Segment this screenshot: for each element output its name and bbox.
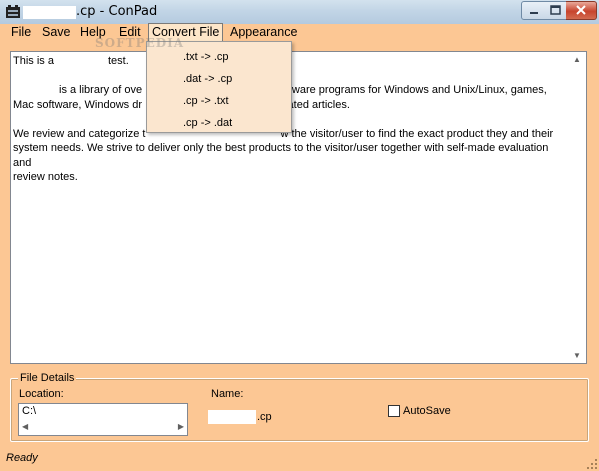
menu-help[interactable]: Help bbox=[80, 24, 106, 41]
name-redaction bbox=[208, 410, 256, 424]
resize-grip-icon[interactable] bbox=[586, 458, 598, 470]
close-icon bbox=[576, 5, 586, 15]
title-bar[interactable]: .cp - ConPad bbox=[0, 0, 599, 25]
title-redaction bbox=[23, 6, 76, 19]
convert-cp-to-dat[interactable]: .cp -> .dat bbox=[183, 117, 232, 129]
menu-bar: File Save Help Edit Convert File Appeara… bbox=[0, 23, 599, 42]
editor-text-segment: w the visitor/user to find the exact pro… bbox=[280, 127, 554, 140]
menu-file[interactable]: File bbox=[11, 24, 31, 41]
redaction bbox=[13, 84, 59, 97]
maximize-button[interactable] bbox=[545, 1, 567, 20]
menu-edit[interactable]: Edit bbox=[119, 24, 141, 41]
redaction bbox=[53, 55, 90, 68]
editor-text-segment: test. bbox=[107, 55, 129, 67]
editor-text-segment: Mac software, Windows dr bbox=[13, 98, 142, 111]
editor-text-segment: is a library of ove bbox=[59, 84, 143, 96]
autosave-checkbox[interactable] bbox=[388, 405, 400, 417]
editor-text-segment: software programs for Windows and Unix/L… bbox=[274, 84, 547, 96]
file-details-legend: File Details bbox=[18, 372, 77, 384]
text-editor[interactable]: This is a test. is a library of ove softwa… bbox=[10, 51, 587, 364]
convert-txt-to-cp[interactable]: .txt -> .cp bbox=[183, 51, 229, 63]
location-scrollbar[interactable]: ◀ ▶ bbox=[20, 422, 186, 434]
scroll-down-icon[interactable]: ▼ bbox=[573, 351, 581, 360]
autosave-label[interactable]: AutoSave bbox=[403, 405, 451, 417]
convert-file-menu: .txt -> .cp .dat -> .cp .cp -> .txt .cp … bbox=[146, 41, 292, 133]
vertical-scrollbar[interactable]: ▲ ▼ bbox=[570, 52, 586, 363]
window-title: .cp - ConPad bbox=[76, 4, 158, 19]
name-value: .cp bbox=[257, 411, 272, 423]
close-button[interactable] bbox=[566, 1, 597, 20]
minimize-icon bbox=[530, 12, 538, 14]
convert-cp-to-txt[interactable]: .cp -> .txt bbox=[183, 95, 229, 107]
scroll-up-icon[interactable]: ▲ bbox=[573, 55, 581, 64]
editor-text-segment: We review and categorize t bbox=[13, 127, 146, 140]
minimize-button[interactable] bbox=[521, 1, 547, 20]
location-label: Location: bbox=[19, 388, 64, 400]
location-field[interactable]: C:\ ◀ ▶ bbox=[18, 403, 188, 436]
editor-line: review notes. bbox=[13, 171, 78, 183]
scroll-left-icon[interactable]: ◀ bbox=[22, 422, 28, 431]
status-text: Ready bbox=[6, 452, 38, 464]
scroll-right-icon[interactable]: ▶ bbox=[178, 422, 184, 431]
name-label: Name: bbox=[211, 388, 244, 400]
maximize-icon bbox=[550, 5, 561, 15]
app-icon bbox=[6, 5, 20, 18]
convert-dat-to-cp[interactable]: .dat -> .cp bbox=[183, 73, 232, 85]
editor-line: system needs. We strive to deliver only … bbox=[13, 142, 549, 169]
menu-convert-file[interactable]: Convert File bbox=[148, 23, 224, 42]
menu-appearance[interactable]: Appearance bbox=[230, 24, 297, 41]
location-value: C:\ bbox=[22, 405, 37, 417]
editor-text-segment: This is a bbox=[13, 55, 54, 67]
menu-save[interactable]: Save bbox=[42, 24, 71, 41]
